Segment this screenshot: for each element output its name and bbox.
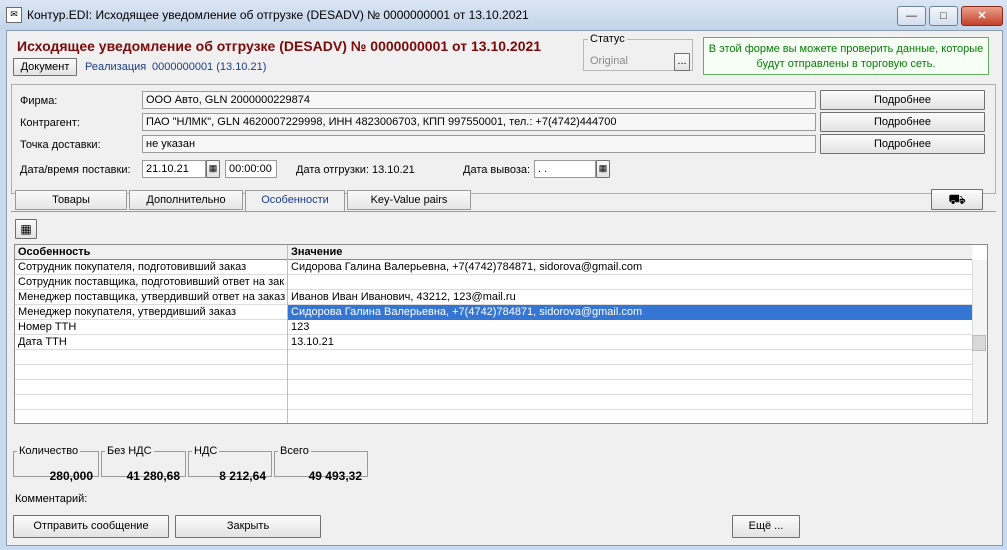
grid-scroll-thumb[interactable] — [972, 335, 986, 351]
delivery-point-label: Точка доставки: — [20, 139, 101, 151]
close-window-button[interactable]: ✕ — [961, 6, 1003, 26]
table-row[interactable]: Менеджер поставщика, утвердивший ответ н… — [15, 290, 972, 305]
value-cell[interactable]: Иванов Иван Иванович, 43212, 123@mail.ru — [288, 290, 972, 305]
status-legend: Статус — [590, 33, 625, 45]
feature-cell[interactable]: Менеджер поставщика, утвердивший ответ н… — [15, 290, 288, 305]
status-select-button[interactable]: ... — [674, 53, 690, 71]
counterparty-details-button[interactable]: Подробнее — [820, 112, 985, 132]
delivery-point-details-button[interactable]: Подробнее — [820, 134, 985, 154]
value-cell[interactable] — [288, 275, 972, 290]
table-row[interactable]: Менеджер покупателя, утвердивший заказ С… — [15, 305, 972, 320]
minimize-button[interactable]: — — [897, 6, 926, 26]
tab-key-value-pairs[interactable]: Key-Value pairs — [347, 190, 471, 210]
empty-row[interactable] — [15, 380, 972, 395]
maximize-button[interactable]: □ — [929, 6, 958, 26]
table-row[interactable]: Сотрудник поставщика, подготовивший отве… — [15, 275, 972, 290]
requisites-panel: Фирма: ООО Авто, GLN 2000000229874 Подро… — [11, 84, 996, 194]
empty-row[interactable] — [15, 350, 972, 365]
vat-value: 8 212,64 — [219, 469, 266, 483]
value-cell[interactable]: Сидорова Галина Валерьевна, +7(4742)7848… — [288, 260, 972, 275]
firm-details-button[interactable]: Подробнее — [820, 90, 985, 110]
export-excel-icon[interactable]: ▦ — [15, 219, 37, 239]
total-value: 49 493,32 — [308, 469, 362, 483]
realization-link[interactable]: 0000000001 (13.10.21) — [152, 61, 266, 73]
value-cell[interactable]: 123 — [288, 320, 972, 335]
delivery-time-input[interactable]: 00:00:00 — [225, 160, 277, 178]
value-cell[interactable]: 13.10.21 — [288, 335, 972, 350]
empty-row[interactable] — [15, 395, 972, 410]
table-row[interactable]: Сотрудник покупателя, подготовивший зака… — [15, 260, 972, 275]
empty-row[interactable] — [15, 410, 972, 423]
info-message: В этой форме вы можете проверить данные,… — [703, 37, 989, 75]
shipment-date-label: Дата отгрузки: 13.10.21 — [296, 164, 415, 176]
quantity-label: Количество — [19, 445, 79, 457]
counterparty-label: Контрагент: — [20, 117, 80, 129]
firm-field[interactable]: ООО Авто, GLN 2000000229874 — [142, 91, 816, 109]
document-window: Исходящее уведомление об отгрузке (DESAD… — [6, 30, 1003, 546]
vat-label: НДС — [194, 445, 218, 457]
export-date-label: Дата вывоза: — [463, 164, 531, 176]
tab-goods[interactable]: Товары — [15, 190, 127, 210]
status-value: Original — [590, 55, 628, 67]
delivery-date-calendar-icon[interactable]: ▦ — [206, 160, 220, 178]
grand-total: Всего 49 493,32 — [274, 445, 368, 483]
tab-additional[interactable]: Дополнительно — [129, 190, 243, 210]
feature-cell[interactable]: Номер ТТН — [15, 320, 288, 335]
feature-cell[interactable]: Дата ТТН — [15, 335, 288, 350]
app-icon: ✉ — [6, 7, 22, 23]
total-label: Всего — [280, 445, 309, 457]
delivery-point-field[interactable]: не указан — [142, 135, 816, 153]
document-button[interactable]: Документ — [13, 58, 77, 76]
counterparty-field[interactable]: ПАО "НЛМК", GLN 4620007229998, ИНН 48230… — [142, 113, 816, 131]
export-date-calendar-icon[interactable]: ▦ — [596, 160, 610, 178]
comment-label: Комментарий: — [15, 493, 88, 505]
delivery-date-input[interactable]: 21.10.21 — [142, 160, 206, 178]
grid-header-value[interactable]: Значение — [288, 245, 972, 260]
realization-label: Реализация — [85, 61, 147, 73]
value-cell-selected[interactable]: Сидорова Галина Валерьевна, +7(4742)7848… — [288, 305, 972, 320]
delivery-date-label: Дата/время поставки: — [20, 164, 131, 176]
features-grid: Особенность Значение Сотрудник покупател… — [14, 244, 988, 424]
status-group: Статус Original ... — [583, 33, 693, 71]
no-vat-total: Без НДС 41 280,68 — [101, 445, 186, 483]
send-message-button[interactable]: Отправить сообщение — [13, 515, 169, 538]
firm-label: Фирма: — [20, 95, 58, 107]
document-title: Исходящее уведомление об отгрузке (DESAD… — [17, 38, 542, 54]
feature-cell[interactable]: Менеджер покупателя, утвердивший заказ — [15, 305, 288, 320]
vat-total: НДС 8 212,64 — [188, 445, 272, 483]
empty-row[interactable] — [15, 365, 972, 380]
title-bar: ✉ Контур.EDI: Исходящее уведомление об о… — [0, 0, 1007, 30]
more-button[interactable]: Ещё ... — [732, 515, 800, 538]
feature-cell[interactable]: Сотрудник поставщика, подготовивший отве… — [15, 275, 288, 290]
close-button[interactable]: Закрыть — [175, 515, 321, 538]
tab-panel-divider — [11, 211, 996, 212]
window-title: Контур.EDI: Исходящее уведомление об отг… — [27, 8, 529, 22]
grid-header-row: Особенность Значение — [15, 245, 972, 260]
feature-cell[interactable]: Сотрудник покупателя, подготовивший зака… — [15, 260, 288, 275]
no-vat-label: Без НДС — [107, 445, 152, 457]
export-date-input[interactable]: . . — [534, 160, 596, 178]
tab-features[interactable]: Особенности — [245, 190, 345, 212]
grid-header-feature[interactable]: Особенность — [15, 245, 288, 260]
truck-icon[interactable]: ⛟ — [931, 189, 983, 210]
no-vat-value: 41 280,68 — [126, 469, 180, 483]
table-row[interactable]: Номер ТТН 123 — [15, 320, 972, 335]
table-row[interactable]: Дата ТТН 13.10.21 — [15, 335, 972, 350]
quantity-value: 280,000 — [49, 469, 93, 483]
quantity-total: Количество 280,000 — [13, 445, 99, 483]
